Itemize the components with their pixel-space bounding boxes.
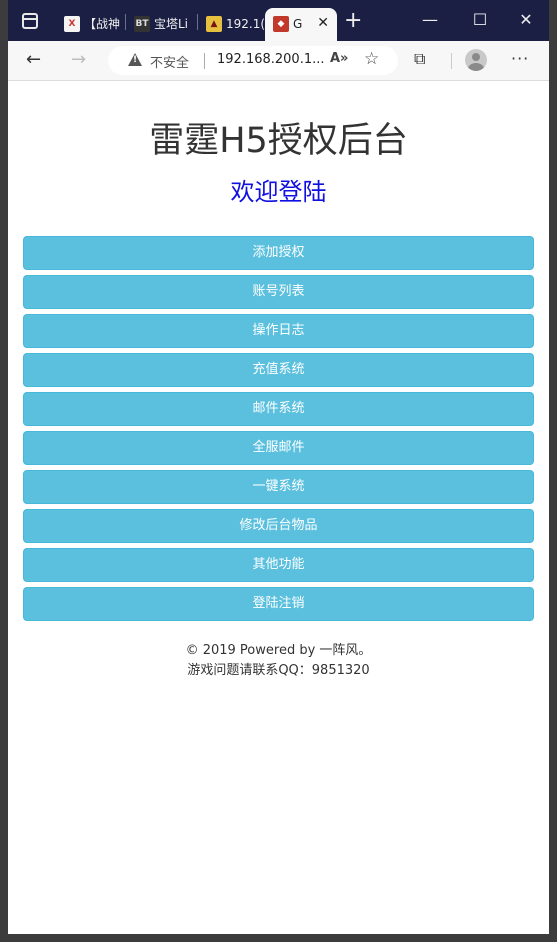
warning-icon bbox=[128, 53, 142, 66]
tab-actions-icon[interactable] bbox=[22, 13, 38, 29]
tab-active-title: G bbox=[293, 17, 303, 31]
extensions-icon[interactable]: ⧉ bbox=[414, 49, 425, 69]
read-aloud-icon[interactable]: A» bbox=[330, 51, 348, 66]
site-favicon-icon: ▲ bbox=[206, 16, 222, 32]
x-favicon-icon: X bbox=[64, 16, 80, 32]
tab-active[interactable]: ◆ G ✕ bbox=[265, 8, 337, 41]
logout-button[interactable]: 登陆注销 bbox=[23, 587, 534, 621]
profile-avatar[interactable] bbox=[465, 49, 487, 71]
tab-2-title: 宝塔Li bbox=[154, 17, 189, 31]
close-window-icon[interactable]: ✕ bbox=[506, 10, 546, 30]
page-content: 雷霆H5授权后台 欢迎登陆 添加授权 账号列表 操作日志 充值系统 邮件系统 全… bbox=[8, 81, 549, 934]
footer: © 2019 Powered by 一阵风。 游戏问题请联系QQ：9851320 bbox=[8, 641, 549, 681]
tab-3-title: 192.1( bbox=[226, 17, 264, 31]
browser-toolbar: ← → 不安全 192.168.200.1... A» ☆ ⧉ ··· bbox=[8, 41, 549, 81]
tab-1-title: 【战神 bbox=[84, 17, 121, 31]
tab-2[interactable]: BT 宝塔Li bbox=[126, 8, 196, 41]
close-tab-icon[interactable]: ✕ bbox=[317, 15, 329, 31]
operation-log-button[interactable]: 操作日志 bbox=[23, 314, 534, 348]
forward-arrow-icon[interactable]: → bbox=[71, 50, 86, 70]
mail-system-button[interactable]: 邮件系统 bbox=[23, 392, 534, 426]
tab-1[interactable]: X 【战神 bbox=[56, 8, 124, 41]
new-tab-button[interactable]: + bbox=[344, 10, 362, 32]
address-bar[interactable]: 不安全 192.168.200.1... A» ☆ bbox=[108, 46, 398, 75]
add-authorization-button[interactable]: 添加授权 bbox=[23, 236, 534, 270]
minimize-icon[interactable]: — bbox=[410, 10, 450, 30]
page-title: 雷霆H5授权后台 bbox=[149, 121, 408, 161]
address-separator bbox=[204, 53, 205, 69]
server-wide-mail-button[interactable]: 全服邮件 bbox=[23, 431, 534, 465]
tab-strip: X 【战神 BT 宝塔Li ▲ 192.1( ◆ G ✕ + — ☐ ✕ bbox=[8, 0, 549, 41]
maximize-icon[interactable]: ☐ bbox=[460, 10, 500, 30]
modify-items-button[interactable]: 修改后台物品 bbox=[23, 509, 534, 543]
more-options-icon[interactable]: ··· bbox=[511, 49, 529, 68]
bt-favicon-icon: BT bbox=[134, 16, 150, 32]
add-favorite-icon[interactable]: ☆ bbox=[364, 49, 379, 69]
welcome-heading: 欢迎登陆 bbox=[230, 178, 327, 206]
footer-copyright: © 2019 Powered by 一阵风。 bbox=[185, 643, 372, 658]
menu-list: 添加授权 账号列表 操作日志 充值系统 邮件系统 全服邮件 一键系统 修改后台物… bbox=[23, 236, 534, 626]
account-list-button[interactable]: 账号列表 bbox=[23, 275, 534, 309]
tab-3[interactable]: ▲ 192.1( bbox=[198, 8, 264, 41]
other-functions-button[interactable]: 其他功能 bbox=[23, 548, 534, 582]
url-text[interactable]: 192.168.200.1... bbox=[217, 52, 325, 67]
footer-contact: 游戏问题请联系QQ：9851320 bbox=[187, 663, 370, 678]
browser-window: X 【战神 BT 宝塔Li ▲ 192.1( ◆ G ✕ + — ☐ ✕ ← →… bbox=[8, 0, 549, 934]
game-favicon-icon: ◆ bbox=[273, 16, 289, 32]
one-click-system-button[interactable]: 一键系统 bbox=[23, 470, 534, 504]
recharge-system-button[interactable]: 充值系统 bbox=[23, 353, 534, 387]
back-arrow-icon[interactable]: ← bbox=[26, 50, 41, 70]
toolbar-separator bbox=[451, 53, 452, 69]
insecure-label[interactable]: 不安全 bbox=[150, 52, 189, 71]
